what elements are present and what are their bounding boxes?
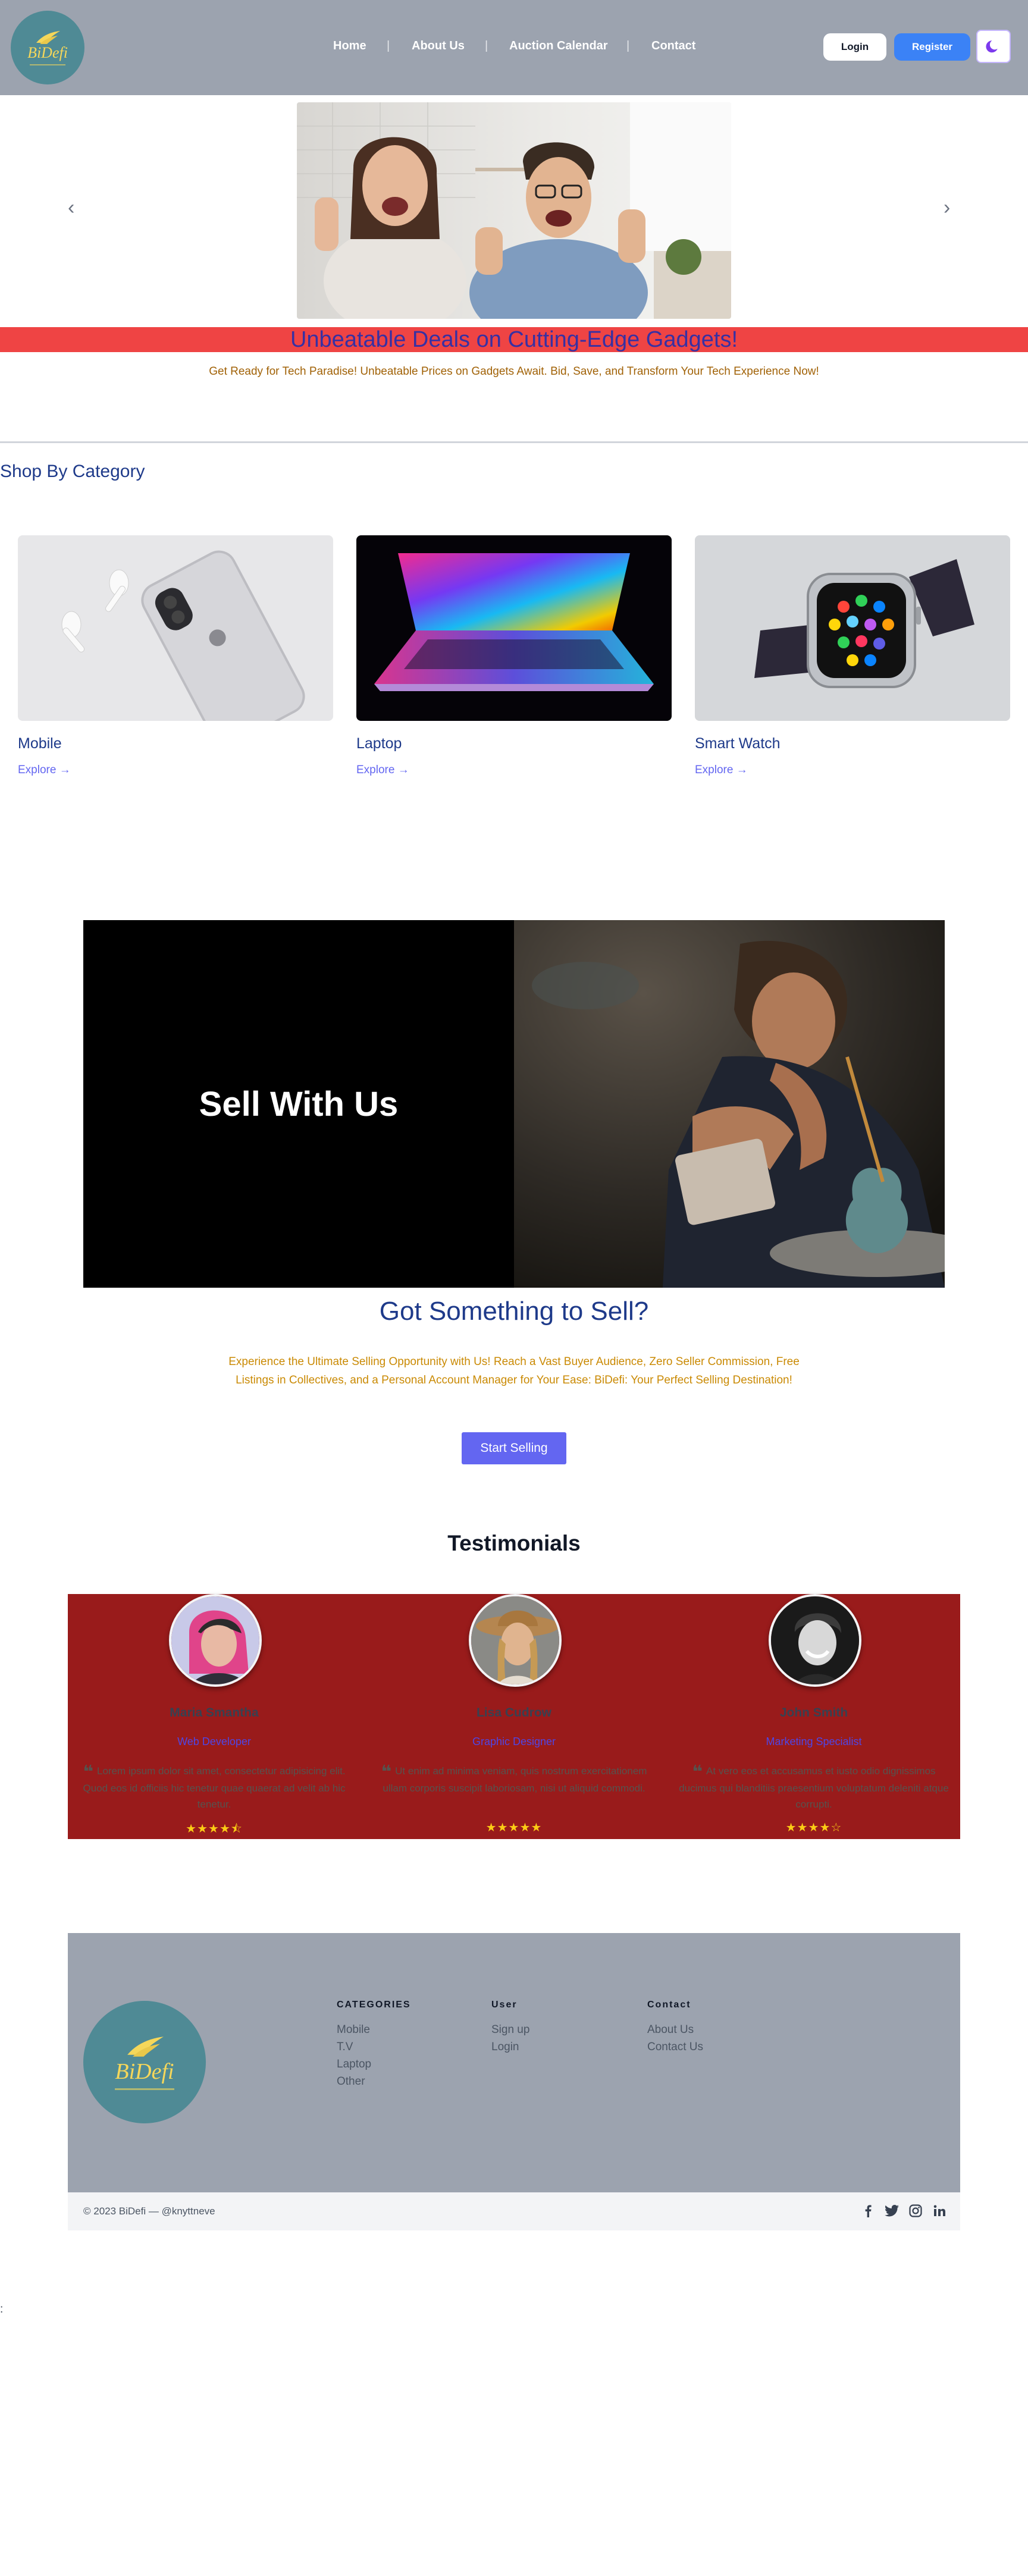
register-button[interactable]: Register (894, 33, 970, 61)
hero-headline: Unbeatable Deals on Cutting-Edge Gadgets… (0, 327, 1028, 352)
sell-section-title: Got Something to Sell? (379, 1297, 649, 1326)
footer-link-contact-us[interactable]: Contact Us (647, 2038, 703, 2056)
moon-icon (986, 40, 998, 53)
star-rating: ★★★★⯪ (186, 1822, 243, 1835)
category-name: Smart Watch (695, 735, 781, 752)
arrow-right-icon: → (397, 764, 409, 776)
nav-separator: | (387, 39, 390, 52)
wing-icon (36, 31, 60, 44)
testimonial-name: Maria Smantha (170, 1706, 259, 1720)
copyright-text: © 2023 BiDefi — @knyttneve (83, 2205, 215, 2217)
footer-link-about-us[interactable]: About Us (647, 2021, 703, 2038)
arrow-right-icon: → (736, 764, 748, 776)
testimonial-quote: ❝ Lorem ipsum dolor sit amet, consectetur… (75, 1763, 353, 1812)
sell-with-us-banner: Sell With Us (83, 920, 945, 1288)
nav-separator: | (626, 39, 630, 52)
hero-carousel-image (297, 102, 731, 319)
testimonial-quote-text: Lorem ipsum dolor sit amet, consectetur … (83, 1765, 346, 1810)
quote-icon: ❝ (381, 1762, 392, 1782)
testimonial-quote: ❝ Ut enim ad minima veniam, quis nostrum … (375, 1763, 653, 1796)
nav-separator: | (485, 39, 488, 52)
category-card-smart-watch[interactable]: Smart Watch Explore → (695, 535, 1010, 776)
footer-link-login[interactable]: Login (491, 2038, 529, 2056)
quote-icon: ❝ (83, 1762, 93, 1782)
social-links (860, 2203, 947, 2219)
category-name: Mobile (18, 735, 62, 752)
start-selling-button[interactable]: Start Selling (462, 1432, 566, 1464)
explore-label: Explore (356, 764, 395, 776)
section-divider (0, 441, 1028, 443)
testimonial-quote: ❝ At vero eos et accusamus et iusto odio … (675, 1763, 953, 1812)
testimonial-quote-text: At vero eos et accusamus et iusto odio d… (679, 1765, 949, 1810)
wing-icon (127, 2036, 164, 2057)
sell-section-description: Experience the Ultimate Selling Opportun… (228, 1356, 800, 1386)
carousel-next-arrow[interactable]: › (944, 196, 950, 219)
testimonial-name: Lisa Cudrow (476, 1706, 551, 1720)
hero-subline: Get Ready for Tech Paradise! Unbeatable … (209, 365, 819, 378)
star-rating: ★★★★☆ (785, 1821, 842, 1834)
testimonial-role: Marketing Specialist (766, 1736, 862, 1747)
login-button[interactable]: Login (823, 33, 886, 61)
explore-label: Explore (18, 764, 57, 776)
footer-logo-text: BiDefi (115, 2059, 174, 2084)
footer-bottom-bar: © 2023 BiDefi — @knyttneve (68, 2192, 960, 2230)
linkedin-icon[interactable] (932, 2203, 947, 2219)
testimonials-title: Testimonials (447, 1531, 581, 1555)
footer-link-mobile[interactable]: Mobile (337, 2021, 411, 2038)
category-image-mobile (18, 535, 333, 721)
instagram-icon[interactable] (908, 2203, 923, 2219)
explore-link[interactable]: Explore → (695, 764, 748, 777)
footer-link-tv[interactable]: T.V (337, 2038, 411, 2056)
twitter-icon[interactable] (884, 2203, 900, 2219)
sell-banner-image (514, 920, 945, 1288)
category-image-laptop (356, 535, 672, 721)
category-name: Laptop (356, 735, 402, 752)
nav-home[interactable]: Home (333, 39, 366, 53)
theme-toggle-button[interactable] (976, 30, 1011, 63)
site-footer: BiDefi CATEGORIES Mobile T.V Laptop Othe… (68, 1933, 960, 2192)
nav-contact[interactable]: Contact (651, 39, 695, 53)
category-section-title: Shop By Category (0, 462, 145, 481)
site-header: BiDefi Home | About Us | Auction Calenda… (0, 0, 1028, 95)
footer-column-contact: Contact About Us Contact Us (647, 2000, 703, 2056)
footer-heading: User (491, 2000, 518, 2010)
logo-text: BiDefi (27, 44, 68, 61)
avatar (769, 1594, 861, 1687)
explore-link[interactable]: Explore → (356, 764, 409, 777)
category-card-mobile[interactable]: Mobile Explore → (18, 535, 333, 776)
quote-icon: ❝ (692, 1762, 703, 1782)
footer-heading: Contact (647, 2000, 691, 2010)
logo[interactable]: BiDefi (11, 11, 84, 84)
category-image-smart-watch (695, 535, 1010, 721)
category-card-laptop[interactable]: Laptop Explore → (356, 535, 672, 776)
carousel-prev-arrow[interactable]: ‹ (68, 196, 74, 219)
testimonial-name: John Smith (779, 1706, 848, 1720)
footer-link-sign-up[interactable]: Sign up (491, 2021, 529, 2038)
footer-heading: CATEGORIES (337, 2000, 411, 2010)
avatar (169, 1594, 262, 1687)
nav-about-us[interactable]: About Us (412, 39, 465, 53)
testimonials-panel: Maria Smantha Web Developer ❝ Lorem ipsum… (68, 1594, 960, 1839)
avatar (469, 1594, 562, 1687)
testimonial-role: Web Developer (177, 1736, 251, 1747)
logo-underline (30, 64, 65, 65)
stray-character: : (0, 2303, 4, 2315)
testimonial-role: Graphic Designer (472, 1736, 556, 1747)
footer-column-categories: CATEGORIES Mobile T.V Laptop Other (337, 2000, 411, 2090)
explore-label: Explore (695, 764, 734, 776)
star-rating: ★★★★★ (485, 1821, 543, 1834)
footer-link-laptop[interactable]: Laptop (337, 2056, 411, 2073)
testimonial-quote-text: Ut enim ad minima veniam, quis nostrum e… (383, 1765, 647, 1794)
facebook-icon[interactable] (860, 2203, 876, 2219)
footer-column-user: User Sign up Login (491, 2000, 529, 2056)
nav-auction-calendar[interactable]: Auction Calendar (509, 39, 608, 53)
sell-banner-text: Sell With Us (83, 920, 514, 1288)
logo-underline (115, 2088, 174, 2090)
footer-link-other[interactable]: Other (337, 2073, 411, 2090)
arrow-right-icon: → (59, 764, 71, 776)
footer-logo[interactable]: BiDefi (83, 2001, 206, 2123)
explore-link[interactable]: Explore → (18, 764, 71, 777)
